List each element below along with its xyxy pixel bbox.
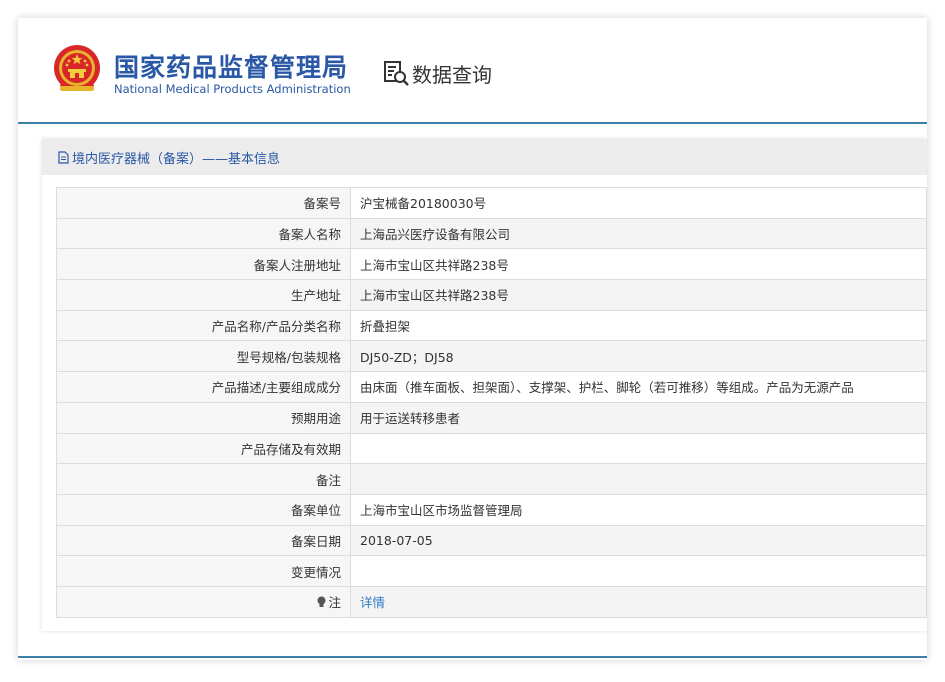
- table-row: 产品名称/产品分类名称 折叠担架: [56, 309, 927, 342]
- footer-divider: [18, 656, 927, 658]
- lightbulb-icon: [317, 596, 326, 608]
- row-value: DJ50-ZD；DJ58: [350, 340, 927, 373]
- details-link[interactable]: 详情: [360, 595, 385, 610]
- row-label: 备案人注册地址: [56, 248, 351, 281]
- basic-info-panel: 境内医疗器械（备案）——基本信息 备案号 沪宝械备20180030号 备案人名称上…: [42, 139, 927, 631]
- table-row: 备注: [56, 463, 927, 495]
- table-row: 备案单位 上海市宝山区市场监督管理局: [56, 493, 927, 526]
- panel-title: 境内医疗器械（备案）——基本信息: [72, 151, 281, 167]
- note-label: 注: [328, 595, 341, 611]
- header-divider: [18, 122, 927, 124]
- row-value: [350, 432, 927, 465]
- table-row: 预期用途 用于运送转移患者: [56, 401, 927, 434]
- row-label: 产品描述/主要组成成分: [56, 371, 351, 403]
- note-value-cell: 详情: [350, 585, 927, 618]
- row-value: 上海市宝山区共祥路238号: [350, 248, 927, 281]
- table-row: 备案人注册地址 上海市宝山区共祥路238号: [56, 248, 927, 281]
- row-value: 上海品兴医疗设备有限公司: [350, 217, 927, 250]
- row-label: 备案号: [56, 187, 351, 219]
- row-value: 上海市宝山区共祥路238号: [350, 279, 927, 311]
- table-row: 型号规格/包装规格 DJ50-ZD；DJ58: [56, 340, 927, 373]
- row-label: 备案日期: [56, 524, 351, 557]
- table-row: 生产地址 上海市宝山区共祥路238号: [56, 279, 927, 311]
- row-value: 2018-07-05: [350, 524, 927, 557]
- row-label: 变更情况: [56, 555, 351, 587]
- row-value: 沪宝械备20180030号: [350, 187, 927, 219]
- national-emblem-icon: [54, 45, 100, 91]
- table-row: 产品存储及有效期: [56, 432, 927, 465]
- row-label: 备注: [56, 463, 351, 495]
- row-value: [350, 463, 927, 495]
- data-query-link[interactable]: 数据查询: [382, 58, 492, 88]
- row-label: 产品名称/产品分类名称: [56, 309, 351, 342]
- row-value: 折叠担架: [350, 309, 927, 342]
- document-search-icon: [384, 61, 409, 86]
- table-row: 备案号 沪宝械备20180030号: [56, 187, 927, 219]
- row-label: 型号规格/包装规格: [56, 340, 351, 373]
- table-row: 变更情况: [56, 555, 927, 587]
- note-row: 注 详情: [56, 585, 927, 618]
- data-query-label: 数据查询: [412, 62, 492, 87]
- table-row: 产品描述/主要组成成分 由床面（推车面板、担架面）、支撑架、护栏、脚轮（若可推移）…: [56, 371, 927, 403]
- agency-name-cn: 国家药品监督管理局: [114, 53, 349, 82]
- row-value: 上海市宝山区市场监督管理局: [350, 493, 927, 526]
- row-label: 备案人名称: [56, 217, 351, 250]
- agency-name-en: National Medical Products Administration: [114, 82, 351, 96]
- note-label-cell: 注: [56, 585, 351, 618]
- page-card: 国家药品监督管理局 National Medical Products Admi…: [18, 18, 927, 660]
- row-value: 由床面（推车面板、担架面）、支撑架、护栏、脚轮（若可推移）等组成。产品为无源产品: [350, 371, 927, 403]
- row-value: [350, 555, 927, 587]
- row-label: 生产地址: [56, 279, 351, 311]
- row-label: 预期用途: [56, 401, 351, 434]
- table-row: 备案日期 2018-07-05: [56, 524, 927, 557]
- site-header: 国家药品监督管理局 National Medical Products Admi…: [18, 18, 927, 122]
- info-table: 备案号 沪宝械备20180030号 备案人名称 上海品兴医疗设备有限公司 备案人注册…: [56, 187, 927, 618]
- document-icon: [58, 150, 69, 164]
- table-row: 备案人名称 上海品兴医疗设备有限公司: [56, 217, 927, 250]
- row-label: 备案单位: [56, 493, 351, 526]
- panel-header: 境内医疗器械（备案）——基本信息: [42, 139, 927, 175]
- row-value: 用于运送转移患者: [350, 401, 927, 434]
- row-label: 产品存储及有效期: [56, 432, 351, 465]
